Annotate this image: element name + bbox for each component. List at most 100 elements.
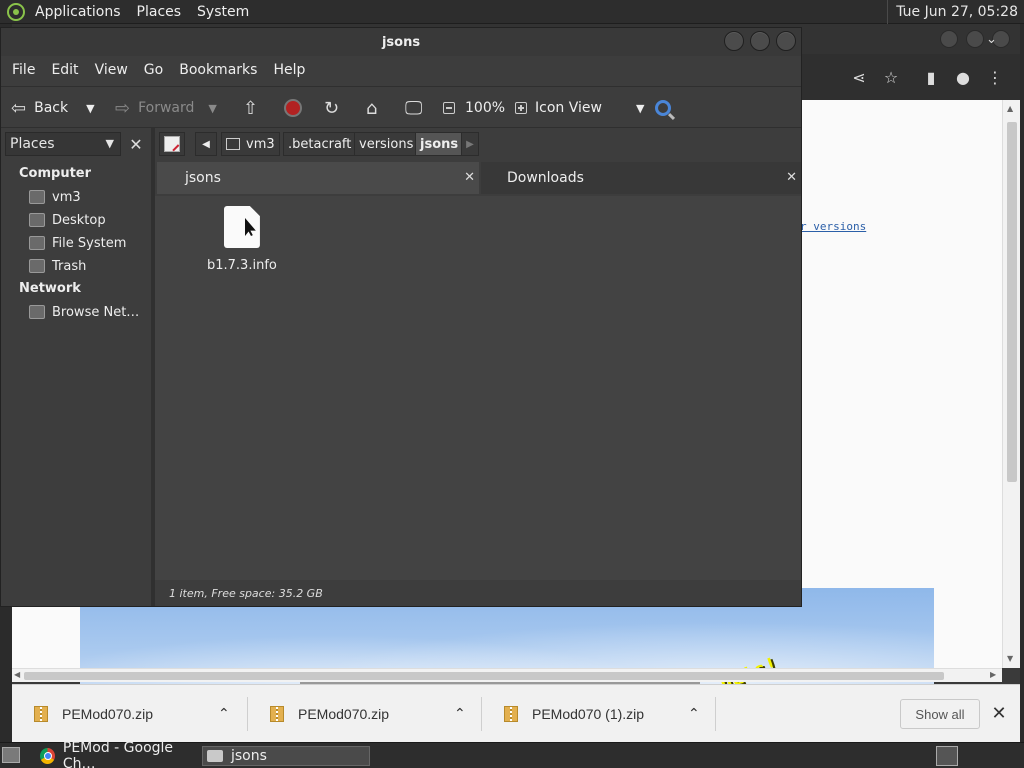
sidepanel-icon[interactable]: ▮: [920, 66, 942, 88]
chevron-up-icon[interactable]: ⌃: [218, 706, 230, 722]
maximize-button[interactable]: [966, 30, 984, 48]
tab-jsons[interactable]: jsons ✕: [157, 162, 479, 194]
path-bar: ◀ vm3 .betacraft versions jsons ▶: [155, 128, 801, 160]
close-window-button[interactable]: [776, 31, 796, 51]
minimize-button[interactable]: [940, 30, 958, 48]
computer-button[interactable]: 🖵: [405, 87, 430, 129]
share-icon[interactable]: ⋖: [848, 66, 870, 88]
menu-edit[interactable]: Edit: [43, 62, 86, 78]
sidebar-item-label: File System: [52, 235, 127, 251]
chevron-left-icon: ◀: [202, 138, 210, 150]
menu-view[interactable]: View: [87, 62, 136, 78]
profile-avatar-icon[interactable]: ●: [952, 66, 974, 88]
close-icon[interactable]: ✕: [786, 170, 797, 185]
sidebar-heading-computer: Computer: [19, 166, 92, 181]
path-scroll-left-button[interactable]: ◀: [195, 132, 217, 156]
back-button[interactable]: ⇦ Back ▼: [11, 87, 95, 129]
back-arrow-icon: ⇦: [11, 97, 27, 119]
stop-button[interactable]: [284, 87, 302, 129]
forward-button[interactable]: ⇨ Forward ▼: [115, 87, 217, 129]
folder-icon: [207, 750, 223, 762]
scroll-right-arrow-icon[interactable]: ▶: [990, 670, 996, 679]
path-button-label: versions: [359, 136, 414, 152]
download-item[interactable]: PEMod070.zip ⌃: [12, 697, 248, 731]
gnome-foot-icon[interactable]: [7, 2, 25, 21]
menu-bookmarks[interactable]: Bookmarks: [171, 62, 265, 78]
sidebar-item-label: Desktop: [52, 212, 106, 228]
more-menu-icon[interactable]: ⋮: [984, 66, 1006, 88]
horizontal-scrollbar[interactable]: ◀ ▶: [12, 668, 1002, 682]
vertical-scrollbar[interactable]: ▲ ▼: [1002, 100, 1020, 668]
panel-clock[interactable]: Tue Jun 27, 05:28: [887, 0, 1024, 24]
menu-places[interactable]: Places: [129, 4, 190, 20]
window-titlebar[interactable]: jsons: [1, 28, 801, 56]
chevron-up-icon[interactable]: ⌃: [454, 706, 466, 722]
sidebar-item-browse-network[interactable]: Browse Net…: [29, 301, 139, 323]
tab-downloads[interactable]: Downloads ✕: [481, 162, 801, 194]
web-link-versions[interactable]: r versions: [800, 220, 866, 233]
view-mode-select[interactable]: Icon View ▼: [535, 87, 644, 129]
scroll-up-arrow-icon[interactable]: ▲: [1007, 104, 1013, 113]
computer-icon: 🖵: [405, 97, 423, 119]
forward-history-dropdown-icon[interactable]: ▼: [208, 102, 216, 115]
workspace-switcher-icon[interactable]: [936, 746, 958, 766]
download-item[interactable]: PEMod070 (1).zip ⌃: [482, 697, 716, 731]
zoom-level: 100%: [465, 100, 506, 116]
sidebar-item-file-system[interactable]: File System: [29, 232, 126, 254]
toggle-location-entry-button[interactable]: [159, 132, 185, 156]
task-chrome[interactable]: PEMod - Google Ch…: [36, 740, 200, 768]
view-mode-dropdown-icon[interactable]: ▼: [636, 102, 644, 115]
menu-go[interactable]: Go: [136, 62, 171, 78]
zoom-in-icon[interactable]: [515, 102, 528, 114]
file-item[interactable]: b1.7.3.info: [207, 206, 277, 273]
edit-location-icon: [164, 136, 180, 152]
home-folder-icon: ⌂: [366, 97, 378, 119]
desktop-folder-icon: [29, 213, 45, 227]
back-history-dropdown-icon[interactable]: ▼: [86, 102, 94, 115]
minimize-button[interactable]: [724, 31, 744, 51]
scrollbar-thumb[interactable]: [24, 672, 944, 680]
path-scroll-right-button[interactable]: ▶: [461, 132, 479, 156]
sidebar-mode-select[interactable]: Places ▼: [5, 132, 121, 156]
zoom-out-icon[interactable]: [443, 102, 455, 114]
scrollbar-thumb[interactable]: [1007, 122, 1017, 482]
bookmark-star-icon[interactable]: ☆: [880, 66, 902, 88]
reload-icon: ↻: [324, 97, 340, 119]
scroll-down-arrow-icon[interactable]: ▼: [1007, 654, 1013, 663]
sidebar-item-vm3[interactable]: vm3: [29, 186, 81, 208]
stop-icon: [284, 99, 302, 117]
up-button[interactable]: ⇧: [243, 87, 266, 129]
reload-button[interactable]: ↻: [324, 87, 347, 129]
toolbar: ⇦ Back ▼ ⇨ Forward ▼ ⇧ ↻ ⌂ 🖵 100% Icon V…: [1, 86, 801, 128]
menu-help[interactable]: Help: [265, 62, 313, 78]
menu-system[interactable]: System: [189, 4, 257, 20]
close-icon[interactable]: ✕: [464, 170, 475, 185]
file-view[interactable]: b1.7.3.info: [155, 196, 801, 580]
search-button[interactable]: [655, 87, 671, 129]
download-item[interactable]: PEMod070.zip ⌃: [248, 697, 482, 731]
path-button-jsons[interactable]: jsons: [415, 132, 464, 156]
menu-file[interactable]: File: [4, 62, 43, 78]
path-button-betacraft[interactable]: .betacraft: [283, 132, 357, 156]
path-button-versions[interactable]: versions: [354, 132, 419, 156]
scroll-left-arrow-icon[interactable]: ◀: [14, 670, 20, 679]
show-all-button[interactable]: Show all: [900, 699, 980, 729]
close-icon[interactable]: ✕: [988, 701, 1010, 725]
chevron-right-icon: ▶: [466, 138, 474, 150]
task-jsons[interactable]: jsons: [202, 746, 370, 766]
sidebar-item-desktop[interactable]: Desktop: [29, 209, 106, 231]
menu-applications[interactable]: Applications: [27, 4, 129, 20]
maximize-button[interactable]: [750, 31, 770, 51]
chevron-up-icon[interactable]: ⌃: [688, 706, 700, 722]
download-filename: PEMod070.zip: [298, 706, 390, 722]
show-desktop-icon[interactable]: [2, 747, 20, 763]
sidebar-item-trash[interactable]: Trash: [29, 255, 86, 277]
home-folder-icon: [29, 190, 45, 204]
path-button-vm3[interactable]: vm3: [221, 132, 280, 156]
path-button-label: jsons: [420, 136, 459, 152]
tab-label: Downloads: [507, 170, 584, 186]
close-sidebar-icon[interactable]: ✕: [125, 133, 147, 155]
chevron-down-icon[interactable]: ⌄: [986, 32, 997, 47]
home-button[interactable]: ⌂: [366, 87, 385, 129]
zoom-control[interactable]: 100%: [443, 87, 537, 129]
